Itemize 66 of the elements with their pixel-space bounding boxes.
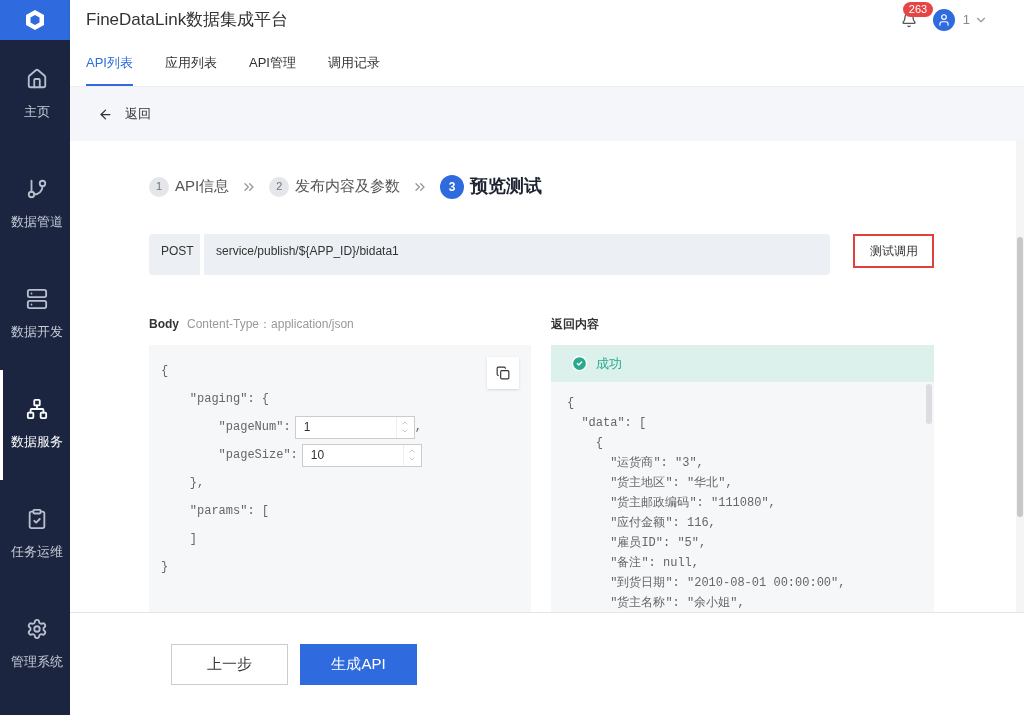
branch-icon bbox=[25, 178, 48, 201]
code-line: "货主名称": "余小姐", bbox=[609, 595, 746, 612]
code-line: "备注": null, bbox=[609, 555, 701, 572]
stepper-up-icon[interactable] bbox=[401, 419, 410, 427]
check-circle-icon bbox=[571, 355, 588, 372]
tab[interactable]: 调用记录 bbox=[327, 52, 380, 86]
code-line: "货主邮政编码": "111080", bbox=[609, 495, 777, 512]
code-line: "pageSize": bbox=[217, 447, 298, 464]
copy-button[interactable] bbox=[487, 357, 519, 389]
generate-api-button[interactable]: 生成API bbox=[300, 643, 417, 685]
code-line: "paging": { bbox=[188, 391, 270, 408]
response-title: 返回内容 bbox=[551, 316, 600, 333]
previous-step-button[interactable]: 上一步 bbox=[171, 643, 288, 685]
body-title: Body bbox=[149, 316, 179, 333]
avatar-icon[interactable] bbox=[932, 9, 955, 31]
code-line: { bbox=[594, 435, 604, 452]
code-line: ] bbox=[188, 531, 197, 548]
code-line: "params": [ bbox=[188, 503, 270, 520]
scrollbar-thumb[interactable] bbox=[926, 384, 932, 424]
code-line: } bbox=[161, 559, 169, 576]
tab[interactable]: 应用列表 bbox=[164, 52, 217, 86]
sidebar-item[interactable]: 数据管道 bbox=[0, 150, 70, 260]
test-call-button[interactable]: 测试调用 bbox=[853, 234, 934, 268]
tab[interactable]: API列表 bbox=[86, 52, 133, 86]
method-label: POST bbox=[149, 234, 200, 275]
code-line: { bbox=[567, 395, 576, 412]
stepper-down-icon[interactable] bbox=[401, 427, 410, 435]
code-line: "雇员ID": "5", bbox=[609, 535, 708, 552]
stepper-down-icon[interactable] bbox=[408, 455, 417, 463]
sidebar-item[interactable]: 任务运维 bbox=[0, 480, 70, 590]
home-icon bbox=[25, 68, 48, 91]
number-input[interactable]: 10 bbox=[301, 443, 422, 467]
cube-logo-icon bbox=[23, 8, 47, 32]
number-input[interactable]: 1 bbox=[294, 415, 415, 439]
code-punctuation: , bbox=[414, 419, 422, 436]
step-label: 预览测试 bbox=[470, 175, 543, 198]
code-line: "应付金额": 116, bbox=[609, 515, 717, 532]
tab[interactable]: API管理 bbox=[248, 52, 296, 86]
stepper-up-icon[interactable] bbox=[408, 447, 417, 455]
code-line: "货主地区": "华北", bbox=[609, 475, 734, 492]
step-label: 发布内容及参数 bbox=[295, 176, 401, 197]
step-number: 3 bbox=[440, 174, 465, 199]
notification-count: 263 bbox=[902, 2, 934, 17]
back-link[interactable]: 返回 bbox=[125, 104, 151, 124]
network-icon bbox=[25, 398, 48, 421]
url-field: service/publish/${APP_ID}/bidata1 bbox=[204, 234, 830, 275]
gear-icon bbox=[25, 618, 48, 641]
user-name: 1 bbox=[962, 11, 970, 30]
step-number: 1 bbox=[149, 176, 169, 197]
content-type-label: Content-Type：application/json bbox=[187, 316, 354, 333]
sidebar-item[interactable]: 数据开发 bbox=[0, 260, 70, 370]
scrollbar-thumb[interactable] bbox=[1017, 237, 1023, 517]
code-line: }, bbox=[188, 475, 205, 492]
code-line: "data": [ bbox=[580, 415, 648, 432]
app-title: FineDataLink数据集成平台 bbox=[86, 9, 289, 32]
step-number: 2 bbox=[269, 176, 290, 197]
code-line: "运货商": "3", bbox=[609, 455, 705, 472]
code-line: { bbox=[161, 363, 169, 380]
sidebar-item[interactable]: 管理系统 bbox=[0, 590, 70, 700]
sidebar-item[interactable]: 主页 bbox=[0, 40, 70, 150]
code-line: "pageNum": bbox=[217, 419, 291, 436]
code-line: "到货日期": "2010-08-01 00:00:00", bbox=[609, 575, 847, 592]
status-text: 成功 bbox=[596, 354, 622, 373]
copy-icon bbox=[496, 366, 510, 380]
step-label: API信息 bbox=[175, 176, 230, 197]
server-icon bbox=[25, 288, 48, 311]
